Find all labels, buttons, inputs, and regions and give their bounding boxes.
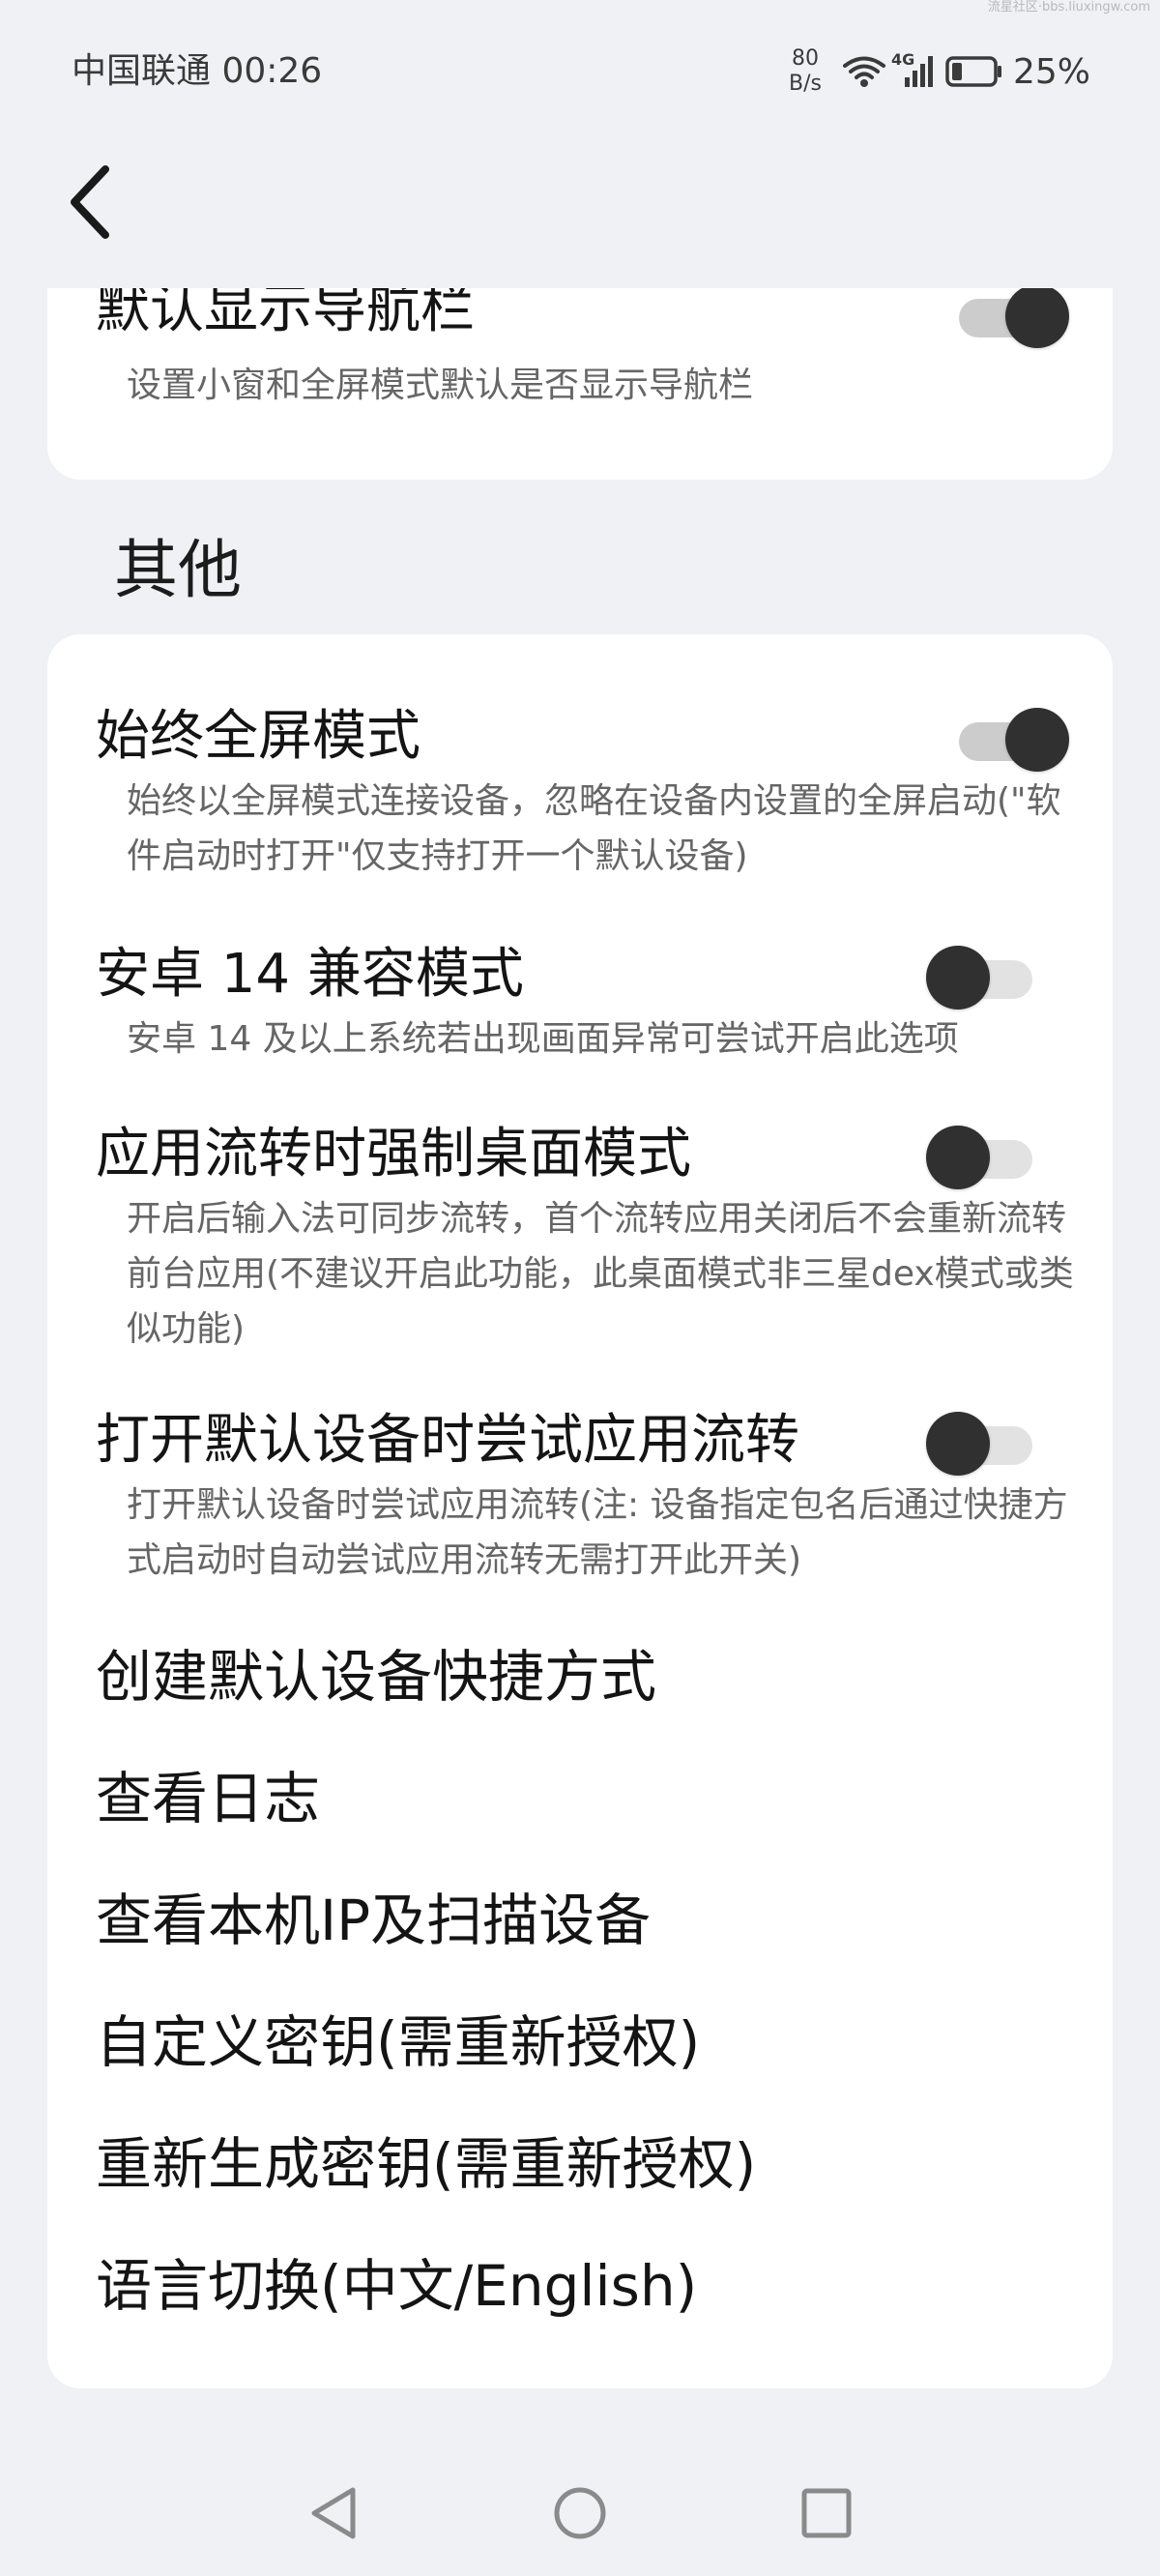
- net-speed-value: 80: [791, 46, 819, 71]
- status-bar: 中国联通 00:26 80 B/s 4G 25%: [0, 0, 1160, 135]
- toggle-knob: [926, 1126, 990, 1189]
- view-log-item[interactable]: 查看日志: [96, 1762, 320, 1835]
- battery-percent: 25%: [1012, 51, 1090, 92]
- setting-title: 安卓 14 兼容模式: [96, 943, 524, 1006]
- carrier-name: 中国联通: [72, 51, 212, 91]
- setting-row-android14-compat[interactable]: 安卓 14 兼容模式 安卓 14 及以上系统若出现画面异常可尝试开启此选项: [47, 940, 1113, 1066]
- net-speed: 80 B/s: [781, 46, 829, 97]
- nav-back-button[interactable]: [290, 2472, 377, 2559]
- create-shortcut-item[interactable]: 创建默认设备快捷方式: [96, 1640, 656, 1713]
- toggle-try-app-transfer[interactable]: [926, 1409, 1042, 1476]
- toggle-knob: [926, 1412, 990, 1476]
- setting-title: 应用流转时强制桌面模式: [96, 1123, 691, 1186]
- net-speed-unit: B/s: [789, 72, 822, 96]
- signal-label: 4G: [890, 50, 915, 69]
- nav-recents-button[interactable]: [783, 2472, 870, 2559]
- status-left: 中国联通 00:26: [72, 48, 322, 95]
- setting-row-try-app-transfer[interactable]: 打开默认设备时尝试应用流转 打开默认设备时尝试应用流转(注: 设备指定包名后通过…: [47, 1406, 1113, 1590]
- setting-title: 始终全屏模式: [96, 705, 420, 768]
- toggle-android14-compat[interactable]: [926, 943, 1042, 1010]
- toggle-knob: [926, 946, 990, 1010]
- recents-square-icon: [799, 2486, 854, 2544]
- setting-row-force-desktop-mode[interactable]: 应用流转时强制桌面模式 开启后输入法可同步流转，首个流转应用关闭后不会重新流转前…: [47, 1120, 1113, 1352]
- setting-description: 始终以全屏模式连接设备，忽略在设备内设置的全屏启动("软件启动时打开"仅支持打开…: [127, 781, 1061, 876]
- chevron-left-icon: [67, 165, 111, 243]
- toggle-show-navbar[interactable]: [949, 281, 1069, 348]
- setting-description: 安卓 14 及以上系统若出现画面异常可尝试开启此选项: [127, 1019, 959, 1059]
- regenerate-key-item[interactable]: 重新生成密钥(需重新授权): [96, 2127, 756, 2201]
- setting-description: 开启后输入法可同步流转，首个流转应用关闭后不会重新流转前台应用(不建议开启此功能…: [127, 1199, 1074, 1349]
- system-nav-bar: [0, 2456, 1160, 2576]
- clock: 00:26: [221, 51, 323, 91]
- setting-row-always-fullscreen[interactable]: 始终全屏模式 始终以全屏模式连接设备，忽略在设备内设置的全屏启动("软件启动时打…: [47, 702, 1113, 876]
- other-settings-card: 始终全屏模式 始终以全屏模式连接设备，忽略在设备内设置的全屏启动("软件启动时打…: [47, 634, 1113, 2388]
- custom-key-item[interactable]: 自定义密钥(需重新授权): [96, 2005, 700, 2079]
- home-circle-icon: [551, 2484, 609, 2546]
- back-triangle-icon: [306, 2484, 361, 2546]
- view-ip-scan-item[interactable]: 查看本机IP及扫描设备: [96, 1884, 651, 1957]
- status-right: 80 B/s 4G 25%: [781, 43, 1090, 101]
- setting-description: 打开默认设备时尝试应用流转(注: 设备指定包名后通过快捷方式启动时自动尝试应用流…: [127, 1485, 1068, 1580]
- nav-home-button[interactable]: [536, 2472, 624, 2559]
- toggle-always-fullscreen[interactable]: [949, 705, 1069, 772]
- toggle-knob: [1005, 284, 1069, 348]
- toolbar: [0, 135, 1160, 288]
- section-title-other: 其他: [114, 533, 242, 607]
- back-button[interactable]: [50, 161, 128, 248]
- battery-icon: [945, 56, 1003, 87]
- wifi-icon: [842, 55, 885, 88]
- signal-icon: 4G: [891, 50, 934, 89]
- toggle-knob: [1005, 708, 1069, 772]
- toggle-force-desktop-mode[interactable]: [926, 1123, 1042, 1189]
- setting-title: 打开默认设备时尝试应用流转: [96, 1409, 799, 1472]
- language-switch-item[interactable]: 语言切换(中文/English): [96, 2249, 697, 2323]
- setting-description: 设置小窗和全屏模式默认是否显示导航栏: [127, 366, 754, 405]
